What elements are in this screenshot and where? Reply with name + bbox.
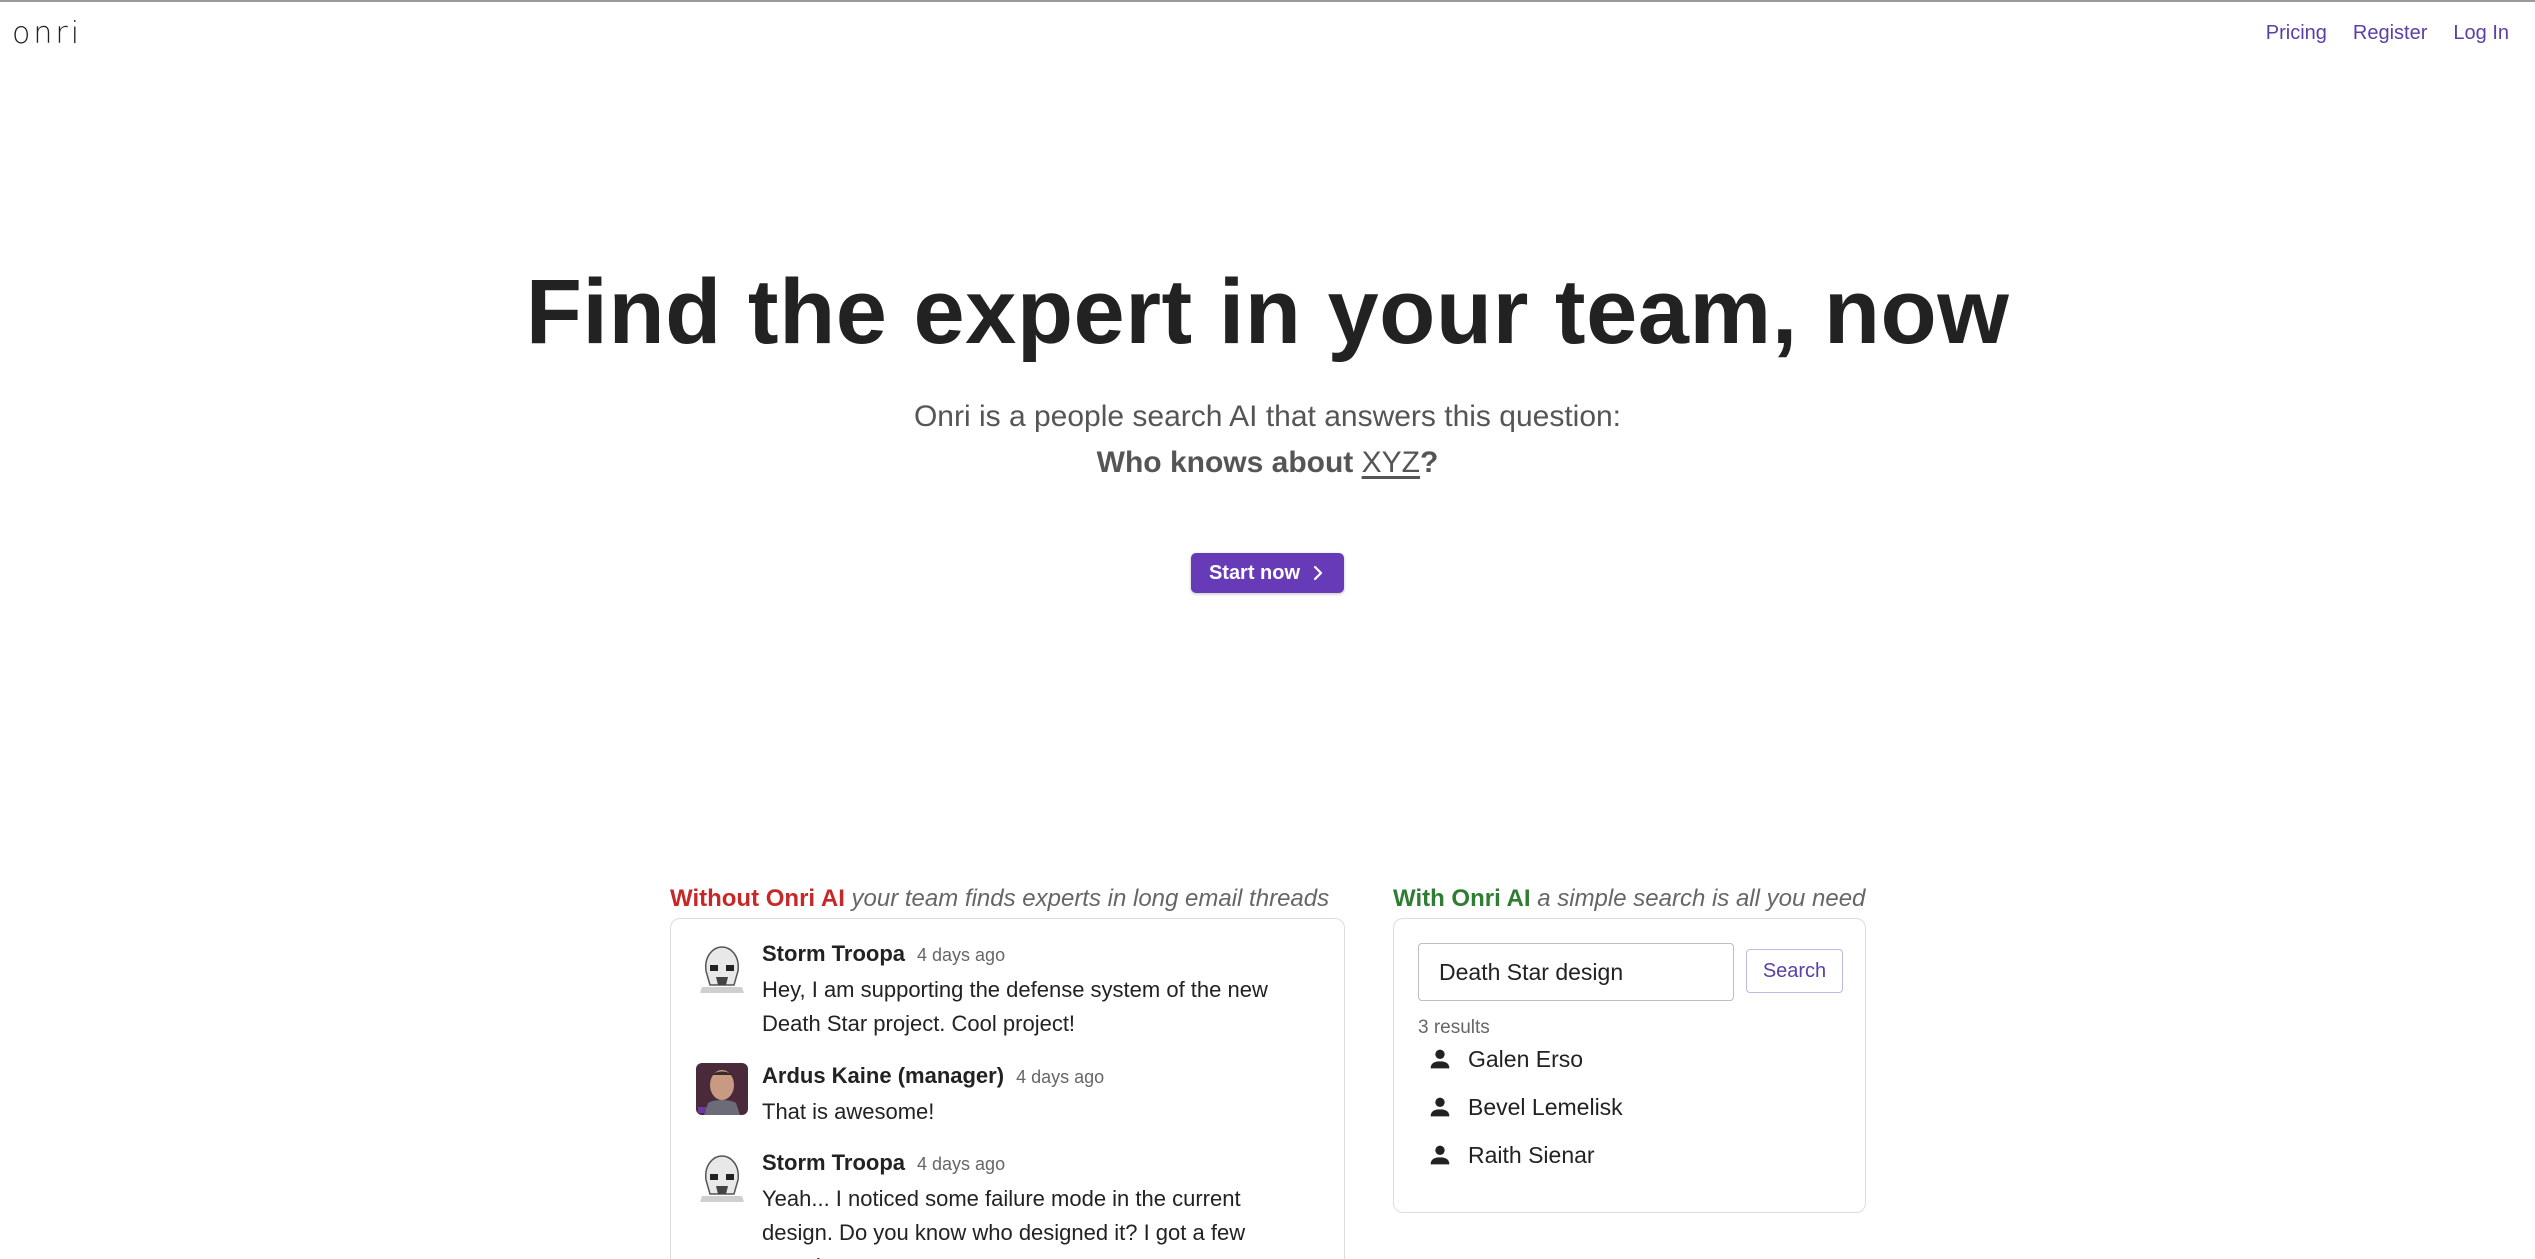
- person-icon: [1430, 1145, 1450, 1165]
- result-item[interactable]: Bevel Lemelisk: [1426, 1093, 1623, 1121]
- search-button[interactable]: Search: [1746, 949, 1843, 993]
- nav-register-link[interactable]: Register: [2353, 22, 2427, 45]
- thread-message: Ardus Kaine (manager) 4 days ago That is…: [696, 1063, 1316, 1129]
- message-text: Yeah... I noticed some failure mode in t…: [762, 1186, 1246, 1259]
- chevron-right-icon: [1313, 565, 1323, 581]
- hero-question-term: XYZ: [1361, 446, 1420, 479]
- results-count: 3 results: [1418, 1017, 1490, 1038]
- onri-logo[interactable]: onri: [12, 16, 82, 51]
- stormtrooper-avatar: [696, 941, 748, 993]
- message-time: 4 days ago: [917, 945, 1006, 965]
- with-label: With Onri AI: [1393, 885, 1531, 912]
- message-author: Storm Troopa: [762, 941, 906, 966]
- without-heading: Without Onri AI your team finds experts …: [670, 885, 1329, 913]
- result-item[interactable]: Galen Erso: [1426, 1045, 1583, 1073]
- page: onri Pricing Register Log In Find the ex…: [0, 0, 2535, 1259]
- thread-message: Storm Troopa 4 days ago Hey, I am suppor…: [696, 941, 1316, 1041]
- result-item[interactable]: Raith Sienar: [1426, 1141, 1595, 1169]
- message-time: 4 days ago: [1016, 1067, 1105, 1087]
- email-thread-card: Storm Troopa 4 days ago Hey, I am suppor…: [670, 918, 1345, 1259]
- nav-login-link[interactable]: Log In: [2453, 22, 2509, 45]
- message-author: Storm Troopa: [762, 1150, 906, 1175]
- without-description: your team finds experts in long email th…: [851, 885, 1330, 912]
- person-icon: [1430, 1097, 1450, 1117]
- message-text: That is awesome!: [762, 1099, 935, 1124]
- without-label: Without Onri AI: [670, 885, 845, 912]
- result-name: Raith Sienar: [1468, 1141, 1595, 1168]
- result-name: Bevel Lemelisk: [1468, 1093, 1623, 1120]
- hero-question-suffix: ?: [1420, 446, 1439, 479]
- start-now-button[interactable]: Start now: [1191, 553, 1344, 593]
- start-now-label: Start now: [1208, 561, 1301, 584]
- result-name: Galen Erso: [1468, 1045, 1584, 1072]
- thread-message: Storm Troopa 4 days ago Yeah... I notice…: [696, 1150, 1316, 1259]
- hero-question: Who knows about XYZ?: [0, 440, 2535, 486]
- hero-subtitle-line: Onri is a people search AI that answers …: [913, 400, 1622, 433]
- message-time: 4 days ago: [917, 1154, 1006, 1174]
- with-heading: With Onri AI a simple search is all you …: [1393, 885, 1865, 913]
- message-text: Hey, I am supporting the defense system …: [762, 977, 1268, 1036]
- person-icon: [1430, 1049, 1450, 1069]
- stormtrooper-avatar: [696, 1150, 748, 1202]
- message-author: Ardus Kaine (manager): [762, 1063, 1005, 1088]
- hero-subtitle: Onri is a people search AI that answers …: [0, 394, 2535, 486]
- top-nav: Pricing Register Log In: [2266, 22, 2509, 45]
- nav-pricing-link[interactable]: Pricing: [2266, 22, 2327, 45]
- manager-avatar: [696, 1063, 748, 1115]
- hero-title: Find the expert in your team, now: [525, 261, 2010, 363]
- with-description: a simple search is all you need: [1537, 885, 1866, 912]
- hero-question-prefix: Who knows about: [1096, 446, 1362, 479]
- search-input[interactable]: Death Star design: [1418, 943, 1734, 1001]
- search-demo-card: Death Star design Search 3 results Galen…: [1393, 918, 1866, 1213]
